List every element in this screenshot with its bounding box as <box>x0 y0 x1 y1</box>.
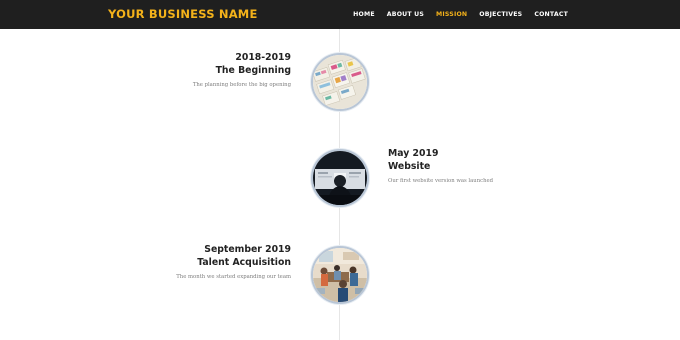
main-nav: HOME ABOUT US MISSION OBJECTIVES CONTACT <box>353 0 568 29</box>
site-header: YOUR BUSINESS NAME HOME ABOUT US MISSION… <box>0 0 680 29</box>
nav-about-us[interactable]: ABOUT US <box>387 11 424 18</box>
nav-objectives[interactable]: OBJECTIVES <box>479 11 522 18</box>
entry-title: Talent Acquisition <box>197 257 291 268</box>
nav-contact[interactable]: CONTACT <box>534 11 568 18</box>
team-office-image <box>311 246 369 304</box>
entry-description: The month we started expanding our team <box>176 274 291 280</box>
nav-mission[interactable]: MISSION <box>436 11 467 18</box>
nav-home[interactable]: HOME <box>353 11 375 18</box>
entry-date: 2018-2019 <box>235 52 291 63</box>
brand-logo[interactable]: YOUR BUSINESS NAME <box>108 7 258 21</box>
entry-description: The planning before the big opening <box>192 82 291 88</box>
planning-documents-image <box>311 53 369 111</box>
timeline-entry: May 2019 Website Our first website versi… <box>388 147 628 184</box>
entry-title: Website <box>388 161 431 172</box>
computer-screen-image <box>311 149 369 207</box>
entry-date: September 2019 <box>204 244 291 255</box>
timeline-entry: 2018-2019 The Beginning The planning bef… <box>51 51 291 88</box>
entry-description: Our first website version was launched <box>388 178 494 184</box>
entry-title: The Beginning <box>215 65 291 76</box>
timeline-entry: September 2019 Talent Acquisition The mo… <box>51 243 291 280</box>
entry-date: May 2019 <box>388 148 439 159</box>
